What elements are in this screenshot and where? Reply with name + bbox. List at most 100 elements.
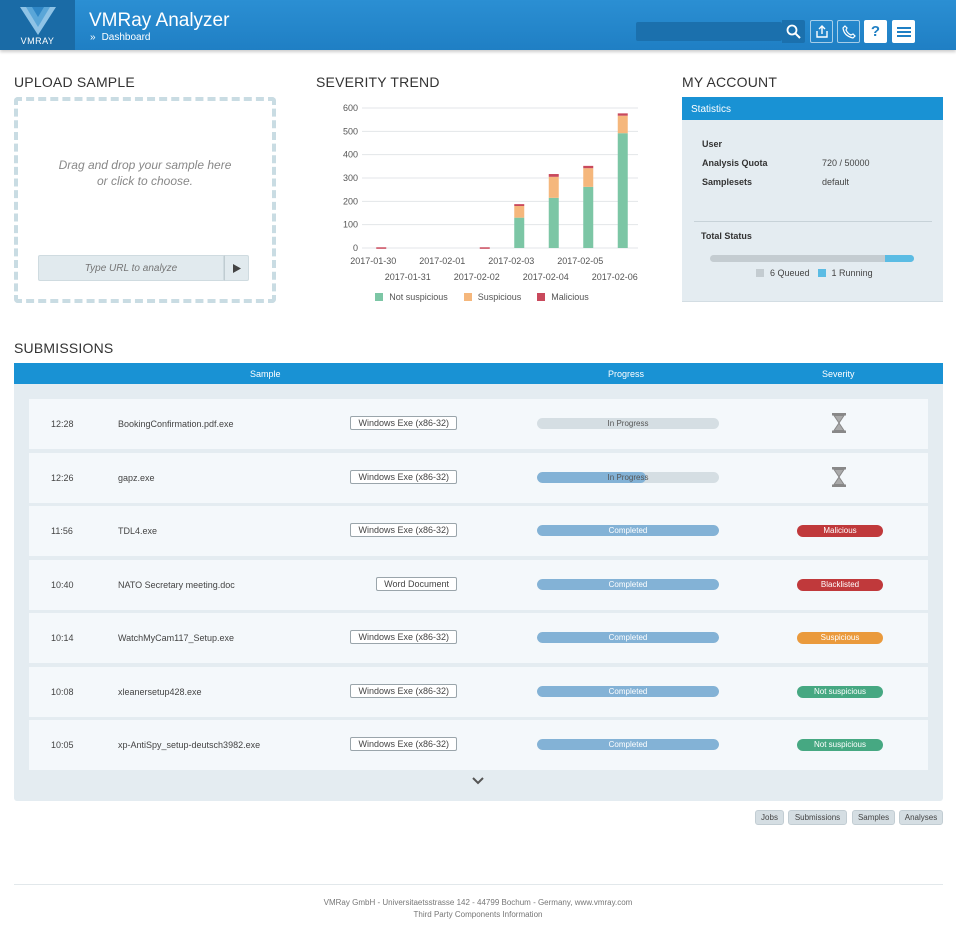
legend-swatch [537,293,546,301]
bar-segment [583,165,594,169]
stat-key: Samplesets [702,177,753,187]
sample-filename[interactable]: xleanersetup428.exe [118,687,202,697]
table-row[interactable]: 12:26 gapz.exe Windows Exe (x86-32) In Prog… [29,452,928,503]
severity-badge[interactable]: Not suspicious [797,685,883,698]
x-tick-label: 2017-01-30 [350,256,396,266]
search-button[interactable] [782,20,805,43]
x-tick-label: 2017-02-01 [419,256,465,266]
legend-item[interactable]: Suspicious [463,292,521,302]
bar-segment [617,133,628,248]
submission-time: 10:08 [51,686,74,697]
menu-icon [896,26,911,37]
table-row[interactable]: 10:08 xleanersetup428.exe Windows Exe (x86… [29,666,928,717]
sample-filename[interactable]: BookingConfirmation.pdf.exe [118,419,234,429]
y-tick-label: 400 [343,150,358,160]
submission-time: 10:40 [51,579,74,590]
bar-segment [583,168,594,187]
queued-swatch [756,269,764,277]
x-tick-label: 2017-02-02 [454,272,500,282]
trend-section-title: SEVERITY TREND [316,74,440,90]
submissions-button[interactable]: Submissions [788,810,847,825]
breadcrumb-dashboard[interactable]: Dashboard [102,32,151,43]
submission-time: 10:05 [51,740,74,750]
legend-swatch [375,293,384,301]
total-status-label: Total Status [701,231,752,241]
sample-type-badge: Windows Exe (x86-32) [350,630,457,644]
progress-label: Completed [608,686,648,696]
bar-segment [583,186,594,248]
legend-item[interactable]: Not suspicious [375,292,448,302]
table-row[interactable]: 10:40 NATO Secretary meeting.doc Word Docu… [29,559,928,610]
bar-segment [548,174,559,177]
chevron-down-icon[interactable] [472,777,484,785]
legend-item[interactable]: Malicious [537,292,589,302]
footer-address[interactable]: VMRay GmbH - Universitaetsstrasse 142 - … [0,898,956,907]
table-row[interactable]: 11:56 TDL4.exe Windows Exe (x86-32) Complet… [29,506,928,556]
footer-divider [14,884,943,885]
running-fill [884,255,914,262]
column-progress[interactable]: Progress [608,369,644,379]
analyze-url-button[interactable] [224,255,249,281]
sample-filename[interactable]: NATO Secretary meeting.doc [118,580,235,590]
total-status-bar [710,255,914,262]
jobs-button[interactable]: Jobs [755,810,784,825]
progress-bar: Completed [537,578,719,590]
url-input[interactable] [38,255,224,281]
upload-button[interactable] [810,20,833,43]
sample-filename[interactable]: WatchMyCam117_Setup.exe [118,633,234,643]
table-row[interactable]: 10:14 WatchMyCam117_Setup.exe Windows Exe … [29,613,928,663]
stat-key: Analysis Quota [702,158,768,168]
stat-value[interactable]: default [822,177,849,187]
panel-divider [694,221,932,222]
table-row[interactable]: 10:05 xp-AntiSpy_setup-deutsch3982.exe Win… [29,720,928,770]
phone-button[interactable] [837,20,860,43]
severity-badge[interactable]: Malicious [797,525,883,537]
search-input[interactable] [636,22,782,41]
vmray-logo[interactable]: VMRAY [0,0,75,50]
chart-legend: Not suspicious Suspicious Malicious [312,292,652,302]
sample-type-badge: Windows Exe (x86-32) [350,683,457,698]
sample-type-badge: Word Document [376,576,457,591]
account-section-title: MY ACCOUNT [682,74,778,90]
severity-badge[interactable]: Not suspicious [797,739,883,751]
upload-section-title: UPLOAD SAMPLE [14,74,135,90]
column-sample[interactable]: Sample [250,369,281,379]
column-severity[interactable]: Severity [822,369,855,379]
samples-button[interactable]: Samples [852,810,895,825]
upload-icon [815,24,828,38]
legend-label: Not suspicious [389,292,448,302]
sample-filename[interactable]: xp-AntiSpy_setup-deutsch3982.exe [118,740,260,750]
analyses-button[interactable]: Analyses [899,810,943,825]
bar-segment [479,247,490,249]
bar-segment [514,204,525,206]
y-tick-label: 0 [353,243,358,253]
sample-filename[interactable]: TDL4.exe [118,526,157,536]
severity-badge[interactable]: Blacklisted [797,578,883,591]
sample-filename[interactable]: gapz.exe [118,473,155,483]
sample-type-badge: Windows Exe (x86-32) [350,737,457,751]
help-button[interactable]: ? [864,20,887,43]
severity-badge[interactable]: Suspicious [797,632,883,644]
severity-trend-chart: 0 100 200 300 400 500 600 2017-01-30 2017-01-31 2… [312,96,652,311]
y-tick-label: 200 [343,196,358,206]
running-swatch [817,269,826,277]
submissions-table-header: Sample Progress Severity [14,363,943,384]
vmray-logo-icon [20,7,56,35]
legend-label: Malicious [551,292,589,302]
x-tick-label: 2017-01-31 [385,272,431,282]
logo-text: VMRAY [20,36,55,46]
sample-dropzone[interactable]: Drag and drop your sample here or click … [14,97,276,303]
running-legend: 1 Running [817,268,873,278]
menu-button[interactable] [892,20,915,43]
progress-bar: Completed [537,685,719,697]
table-row[interactable]: 12:28 BookingConfirmation.pdf.exe Windows … [29,399,928,449]
running-label: 1 Running [831,268,873,278]
footer-third-party-link[interactable]: Third Party Components Information [0,910,956,919]
bar-segment [548,197,559,248]
play-icon [232,263,241,273]
status-legend: 6 Queued 1 Running [756,268,873,278]
statistics-panel-title: Statistics [682,97,943,120]
progress-label: Completed [608,740,648,749]
app-title: VMRay Analyzer [89,10,230,31]
submissions-section-title: SUBMISSIONS [14,340,114,356]
